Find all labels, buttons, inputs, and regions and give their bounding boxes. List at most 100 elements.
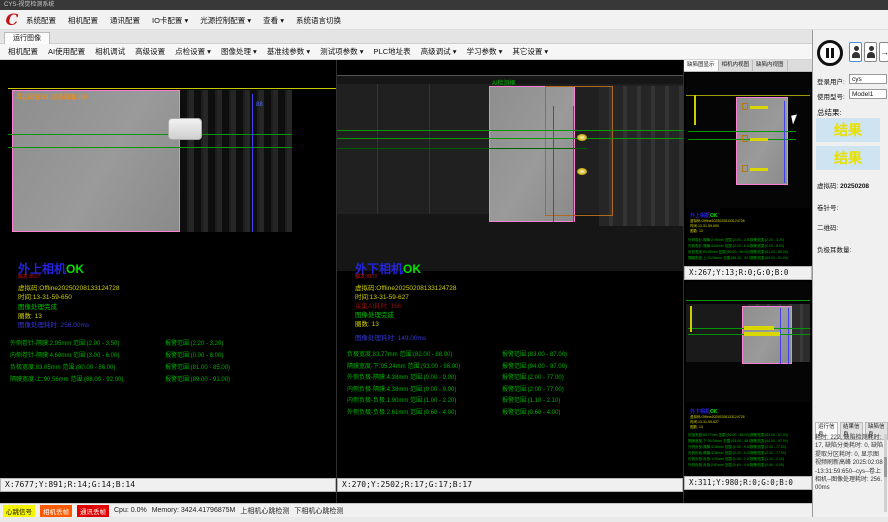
measure-value: 内侧负极-负极:1.90mm 范围:(1.00 - 2.20) <box>688 457 750 462</box>
log-scrollbar[interactable] <box>884 434 887 512</box>
menu-item-io-config[interactable]: IO卡配置 ▾ <box>152 15 188 26</box>
mini-top-camera-image[interactable] <box>686 73 810 208</box>
measure-value: 隔膜宽度-上:90.56mm 范围:(88.00 - 92.00) <box>688 256 750 261</box>
defect-marker <box>742 165 748 172</box>
toolbar-image-processing[interactable]: 图像处理 ▾ <box>221 46 257 57</box>
mini-turns: 圈数: 13 <box>690 229 703 234</box>
toolbar-advanced-debug[interactable]: 高级调试 ▾ <box>421 46 457 57</box>
overlay-green-line <box>8 134 292 135</box>
mini-bottom-title: 外下相机OK <box>690 408 718 415</box>
toolbar: 相机配置 AI使用配置 相机调试 高级设置 点检设置 ▾ 图像处理 ▾ 基准线参… <box>0 44 812 60</box>
mini-measure-row: 负极宽度:83.77mm 范围:(82.00 - 88.00)报警范围:(83.… <box>688 433 788 438</box>
left-trigger-text: 触发:8577 <box>18 273 41 280</box>
measure-value: 内侧卷针-隔膜:4.60mm 范围:(3.00 - 6.00) <box>688 244 750 249</box>
tab-count-label: 负极耳数量: <box>817 244 851 254</box>
left-camera-image[interactable]: 寻边阈值:93, 动态阈值:100 88 <box>0 76 336 234</box>
lower-camera-heartbeat: 下相机心跳检测 <box>294 506 343 516</box>
user-login-button[interactable] <box>849 42 862 62</box>
defect-callout <box>750 106 768 109</box>
left-elapsed: 图像处理耗时: 256.00ms <box>18 319 89 329</box>
defect-callout <box>750 138 768 141</box>
toolbar-test-params[interactable]: 测试项参数 ▾ <box>320 46 363 57</box>
measure-value: 内侧卷针-隔膜:4.60mm 范围:(3.00 - 6.00) <box>10 350 165 359</box>
toolbar-spot-check[interactable]: 点检设置 ▾ <box>175 46 211 57</box>
mid-camera-image[interactable]: AI检测框 <box>337 75 683 271</box>
tab-camera-inner-view[interactable]: 相机内视图 <box>719 60 754 71</box>
overlay-green-line <box>8 147 292 148</box>
overlay-yellow-mark <box>690 306 692 332</box>
exit-button[interactable]: → <box>879 42 888 62</box>
menu-item-light-config[interactable]: 光源控制配置 ▾ <box>200 15 251 26</box>
toolbar-learn-params[interactable]: 学习参数 ▾ <box>466 46 502 57</box>
measure-value: 外侧卷针-隔膜:2.95mm 范围:(2.00 - 3.50) <box>10 338 165 347</box>
measure-value: 外侧负极-隔膜:4.38mm 范围:(0.00 - 9.00) <box>688 445 750 450</box>
tab-run-image[interactable]: 运行图像 <box>4 32 50 44</box>
mini-bottom-camera-image[interactable] <box>686 282 810 402</box>
mini-measure-row: 内侧负极-负极:1.90mm 范围:(1.00 - 2.20)报警范围:(1.1… <box>688 457 784 462</box>
blue-measure-label: 88 <box>256 102 263 108</box>
left-image-dark-region <box>180 90 292 232</box>
toolbar-ai-use-config[interactable]: AI使用配置 <box>48 46 85 57</box>
mini-top-title: 外上相机OK <box>690 212 718 219</box>
window-titlebar: CYS-视觉检测系统 <box>0 0 888 10</box>
login-user-input[interactable] <box>849 74 887 84</box>
menu-item-view[interactable]: 查看 ▾ <box>263 15 284 26</box>
exit-icon: → <box>880 43 888 61</box>
memory-usage: Memory: 3424.41796875M <box>152 507 236 514</box>
menu-bar: C 系统配置 相机配置 通讯配置 IO卡配置 ▾ 光源控制配置 ▾ 查看 ▾ 系… <box>0 10 888 30</box>
mini-turns: 圈数: 13 <box>690 425 703 430</box>
pause-icon <box>826 48 829 58</box>
ai-box-label: AI检测框 <box>492 78 516 87</box>
mid-camera-result: OK <box>403 262 421 276</box>
alarm-range: 报警范围:(0.60 - 4.00) <box>502 407 560 416</box>
defect-callout <box>750 168 768 171</box>
overlay-orange-rect <box>545 86 613 216</box>
login-user-label: 登录用户: <box>817 76 845 86</box>
mid-camera-view[interactable]: AI检测框 外下相机OK 触发:8170 虚拟码:Offline20250208… <box>337 60 683 503</box>
alarm-range: 报警范围:(94.00 - 97.00) <box>750 439 788 444</box>
mini-measure-row: 隔膜宽度-上:90.56mm 范围:(88.00 - 92.00)报警范围:(8… <box>688 256 788 261</box>
menu-item-language-switch[interactable]: 系统语言切换 <box>296 15 341 26</box>
tab-connector-object <box>168 118 202 140</box>
tab-defect-image[interactable]: 缺陷图显示 <box>684 60 719 71</box>
measurement-row: 负极宽度:83.77mm 范围:(82.00 - 88.00)报警范围:(83.… <box>347 349 567 358</box>
toolbar-other-settings[interactable]: 其它设置 ▾ <box>512 46 548 57</box>
alarm-range: 报警范围:(89.00 - 91.00) <box>750 256 788 261</box>
toolbar-advanced-settings[interactable]: 高级设置 <box>135 46 165 57</box>
toolbar-baseline-params[interactable]: 基准线参数 ▾ <box>267 46 310 57</box>
main-area: 寻边阈值:93, 动态阈值:100 88 外上相机OK 触发:8577 虚拟码:… <box>0 60 812 503</box>
toolbar-camera-debug[interactable]: 相机调试 <box>95 46 125 57</box>
alarm-range: 报警范围:(89.00 - 91.00) <box>165 374 230 383</box>
overlay-yellow-line <box>686 95 810 96</box>
threshold-overlay-text: 寻边阈值:93, 动态阈值:100 <box>16 92 87 101</box>
machinery-line <box>429 84 430 214</box>
mini-measure-row: 外侧负极-负极:2.61mm 范围:(0.60 - 4.00)报警范围:(0.6… <box>688 463 784 468</box>
menu-item-camera-config[interactable]: 相机配置 <box>68 15 98 26</box>
alarm-range: 报警范围:(0.00 - 8.00) <box>165 350 223 359</box>
pause-button[interactable] <box>817 40 843 66</box>
toolbar-plc-address-table[interactable]: PLC地址表 <box>374 46 411 57</box>
total-result-label: 总结果: <box>817 107 842 118</box>
result-box-1: 结果 <box>816 118 880 142</box>
measure-value: 负极宽度:83.77mm 范围:(82.00 - 88.00) <box>688 433 750 438</box>
overlay-green-line <box>337 138 683 139</box>
result-box-2: 结果 <box>816 146 880 170</box>
model-input[interactable] <box>849 89 887 99</box>
menu-item-comm-config[interactable]: 通讯配置 <box>110 15 140 26</box>
alarm-range: 报警范围:(2.00 - 77.00) <box>750 451 786 456</box>
overlay-blue-line <box>784 101 785 183</box>
user-manage-button[interactable] <box>864 42 877 62</box>
mini-measure-row: 内侧负极-隔膜:4.38mm 范围:(0.00 - 9.00)报警范围:(2.0… <box>688 451 786 456</box>
measurement-row: 外侧负极-负极:2.61mm 范围:(0.60 - 4.00)报警范围:(0.6… <box>347 407 560 416</box>
bottom-status-bar: 心跳信号 相机丢帧 通讯丢帧 Cpu: 0.0% Memory: 3424.41… <box>0 503 812 517</box>
tab-defect-inner-view[interactable]: 缺陷内视图 <box>753 60 788 71</box>
measurement-row: 外侧卷针-隔膜:2.95mm 范围:(2.00 - 3.50)报警范围:(2.2… <box>10 338 223 347</box>
toolbar-camera-config[interactable]: 相机配置 <box>8 46 38 57</box>
menu-item-system-config[interactable]: 系统配置 <box>26 15 56 26</box>
virtual-code-caption: 虚拟码: <box>817 183 838 190</box>
run-log-text[interactable]: 耗时: 222, 缺陷检测耗时: 17, 缺陷分类耗时: 0, 缺陷提取分区耗时… <box>815 434 883 512</box>
left-camera-view[interactable]: 寻边阈值:93, 动态阈值:100 88 外上相机OK 触发:8577 虚拟码:… <box>0 60 336 503</box>
left-camera-result: OK <box>66 262 84 276</box>
virtual-code-value: 20250208 <box>840 183 869 190</box>
alarm-range: 报警范围:(81.00 - 85.00) <box>750 250 788 255</box>
